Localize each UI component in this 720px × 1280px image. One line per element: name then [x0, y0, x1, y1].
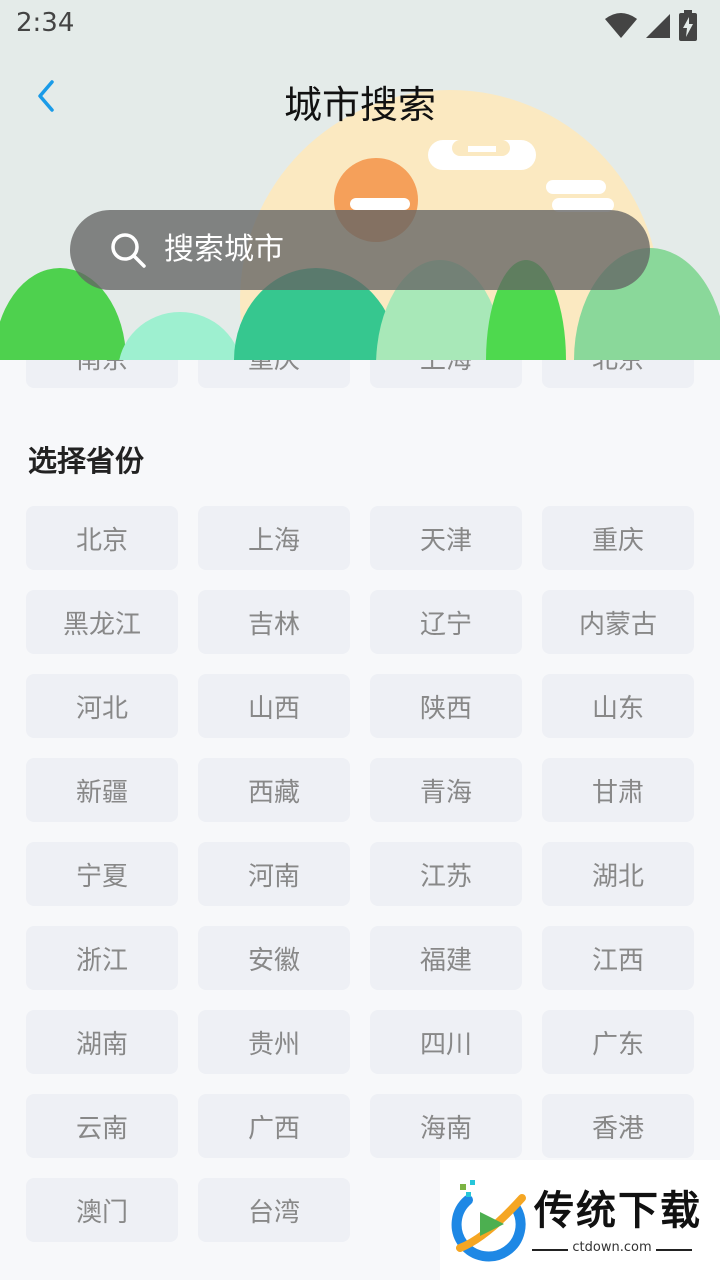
province-button[interactable]: 青海 [370, 758, 522, 822]
province-button[interactable]: 江西 [542, 926, 694, 990]
province-button[interactable]: 安徽 [198, 926, 350, 990]
province-button[interactable]: 吉林 [198, 590, 350, 654]
province-button[interactable]: 云南 [26, 1094, 178, 1158]
province-button[interactable]: 河南 [198, 842, 350, 906]
wifi-icon [605, 13, 637, 38]
watermark-url: ctdown.com [572, 1240, 652, 1255]
province-button[interactable]: 新疆 [26, 758, 178, 822]
province-button[interactable]: 内蒙古 [542, 590, 694, 654]
page-title: 城市搜索 [283, 83, 436, 127]
battery-charging-icon [679, 10, 697, 41]
province-button[interactable]: 江苏 [370, 842, 522, 906]
province-button[interactable]: 浙江 [26, 926, 178, 990]
province-button[interactable]: 香港 [542, 1094, 694, 1158]
watermark: 传统下载 ctdown.com [440, 1160, 720, 1280]
status-time: 2:34 [16, 8, 75, 38]
signal-icon [646, 14, 670, 38]
province-button[interactable]: 台湾 [198, 1178, 350, 1242]
search-icon [111, 233, 146, 268]
province-button[interactable]: 四川 [370, 1010, 522, 1074]
status-bar: 2:34 [0, 0, 720, 50]
status-icons [604, 10, 698, 42]
province-button[interactable]: 北京 [26, 506, 178, 570]
header-banner [0, 0, 720, 360]
province-button[interactable]: 重庆 [542, 506, 694, 570]
province-button[interactable]: 西藏 [198, 758, 350, 822]
hot-city-button[interactable]: 北京 [542, 360, 694, 388]
landscape-illustration [0, 90, 720, 360]
watermark-text: 传统下载 [534, 1188, 702, 1234]
section-title: 选择省份 [28, 444, 145, 478]
province-button[interactable]: 上海 [198, 506, 350, 570]
province-button[interactable]: 海南 [370, 1094, 522, 1158]
province-button[interactable]: 贵州 [198, 1010, 350, 1074]
watermark-logo-icon [451, 1180, 526, 1262]
province-button[interactable]: 山东 [542, 674, 694, 738]
province-button[interactable]: 陕西 [370, 674, 522, 738]
province-button[interactable]: 天津 [370, 506, 522, 570]
watermark-divider [656, 1249, 692, 1251]
province-button[interactable]: 辽宁 [370, 590, 522, 654]
search-input[interactable]: 搜索城市 [70, 210, 650, 290]
province-button[interactable]: 甘肃 [542, 758, 694, 822]
hot-cities-row: 南京 重庆 上海 北京 [0, 360, 720, 390]
hot-city-button[interactable]: 南京 [26, 360, 178, 388]
province-button[interactable]: 宁夏 [26, 842, 178, 906]
hot-city-button[interactable]: 上海 [370, 360, 522, 388]
province-button[interactable]: 湖北 [542, 842, 694, 906]
province-button[interactable]: 广东 [542, 1010, 694, 1074]
province-button[interactable]: 广西 [198, 1094, 350, 1158]
province-button[interactable]: 澳门 [26, 1178, 178, 1242]
province-button[interactable]: 河北 [26, 674, 178, 738]
province-button[interactable]: 湖南 [26, 1010, 178, 1074]
search-placeholder: 搜索城市 [164, 232, 284, 267]
province-button[interactable]: 黑龙江 [26, 590, 178, 654]
province-button[interactable]: 福建 [370, 926, 522, 990]
hot-city-button[interactable]: 重庆 [198, 360, 350, 388]
province-button[interactable]: 山西 [198, 674, 350, 738]
